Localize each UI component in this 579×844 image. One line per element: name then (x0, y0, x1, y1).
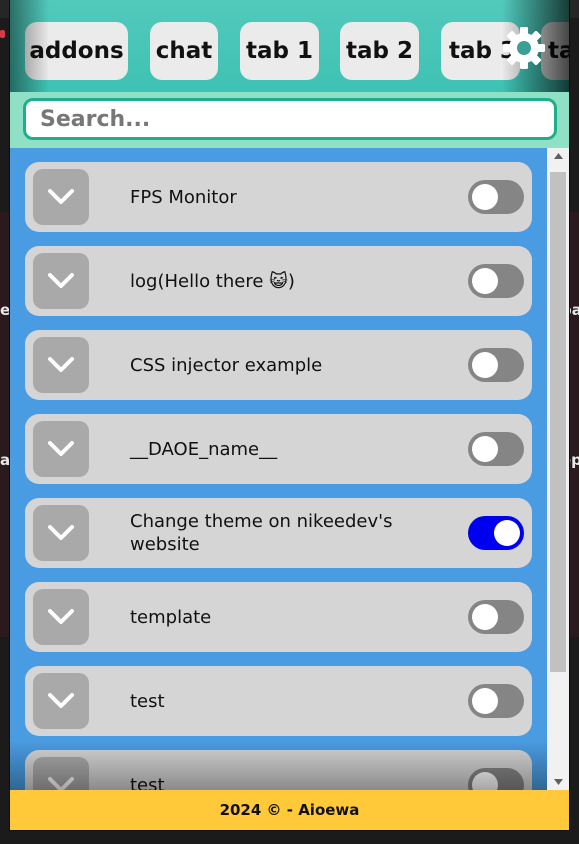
enable-toggle[interactable] (468, 768, 524, 790)
expand-button[interactable] (33, 169, 89, 225)
addon-name: test (130, 690, 165, 712)
expand-button[interactable] (33, 673, 89, 729)
expand-button[interactable] (33, 253, 89, 309)
footer-text: 2024 © - Aioewa (219, 801, 360, 819)
scroll-up-arrow-icon[interactable] (547, 148, 569, 164)
expand-button[interactable] (33, 589, 89, 645)
enable-toggle[interactable] (468, 432, 524, 466)
tab-addons[interactable]: addons (25, 22, 128, 80)
tab-tab-2[interactable]: tab 2 (340, 22, 419, 80)
chevron-down-icon (48, 525, 74, 540)
addon-list[interactable]: FPS Monitor log(Hello there 😺) CSS injecto… (10, 148, 547, 790)
enable-toggle[interactable] (468, 684, 524, 718)
addon-name: CSS injector example (130, 354, 323, 376)
footer: 2024 © - Aioewa (10, 790, 569, 830)
addon-item: log(Hello there 😺) (25, 246, 532, 316)
toggle-knob (472, 436, 498, 462)
background-indicator (0, 30, 5, 38)
expand-button[interactable] (33, 757, 89, 790)
expand-button[interactable] (33, 337, 89, 393)
chevron-down-icon (48, 441, 74, 456)
chevron-down-icon (48, 273, 74, 288)
addon-name: Change theme on nikeedev's website (130, 511, 393, 555)
addon-item: test (25, 750, 532, 790)
toggle-knob (472, 352, 498, 378)
addon-item: template (25, 582, 532, 652)
addon-item: test (25, 666, 532, 736)
scroll-down-arrow-icon[interactable] (547, 774, 569, 790)
addon-item: CSS injector example (25, 330, 532, 400)
enable-toggle[interactable] (468, 264, 524, 298)
background-text: e (0, 301, 11, 319)
chevron-down-icon (48, 777, 74, 790)
expand-button[interactable] (33, 421, 89, 477)
enable-toggle[interactable] (468, 600, 524, 634)
enable-toggle[interactable] (468, 180, 524, 214)
toggle-knob (472, 268, 498, 294)
addon-name: FPS Monitor (130, 186, 237, 208)
toggle-knob (472, 184, 498, 210)
tab-tab-1[interactable]: tab 1 (240, 22, 319, 80)
chevron-down-icon (48, 693, 74, 708)
toggle-knob (472, 688, 498, 714)
search-bar (10, 92, 569, 148)
toggle-knob (472, 772, 498, 790)
addon-item: Change theme on nikeedev's website (25, 498, 532, 568)
chevron-down-icon (48, 357, 74, 372)
scroll-thumb[interactable] (550, 172, 566, 672)
tab-bar: addons chat tab 1 tab 2 tab 3 ta (10, 0, 569, 92)
toggle-knob (494, 520, 520, 546)
chevron-down-icon (48, 189, 74, 204)
addon-name: template (130, 606, 212, 628)
addon-item: FPS Monitor (25, 162, 532, 232)
enable-toggle[interactable] (468, 516, 524, 550)
toggle-knob (472, 604, 498, 630)
background-text: a (0, 451, 11, 469)
addon-name: log(Hello there 😺) (130, 270, 295, 292)
gear-icon[interactable] (500, 24, 548, 72)
addon-manager-popup: addons chat tab 1 tab 2 tab 3 ta FPS Mon… (10, 0, 569, 830)
enable-toggle[interactable] (468, 348, 524, 382)
addon-name: test (130, 774, 165, 791)
search-input[interactable] (23, 98, 557, 140)
addon-item: __DAOE_name__ (25, 414, 532, 484)
tab-chat[interactable]: chat (150, 22, 218, 80)
scrollbar[interactable] (547, 148, 569, 790)
chevron-down-icon (48, 609, 74, 624)
addon-name: __DAOE_name__ (130, 438, 278, 460)
expand-button[interactable] (33, 505, 89, 561)
